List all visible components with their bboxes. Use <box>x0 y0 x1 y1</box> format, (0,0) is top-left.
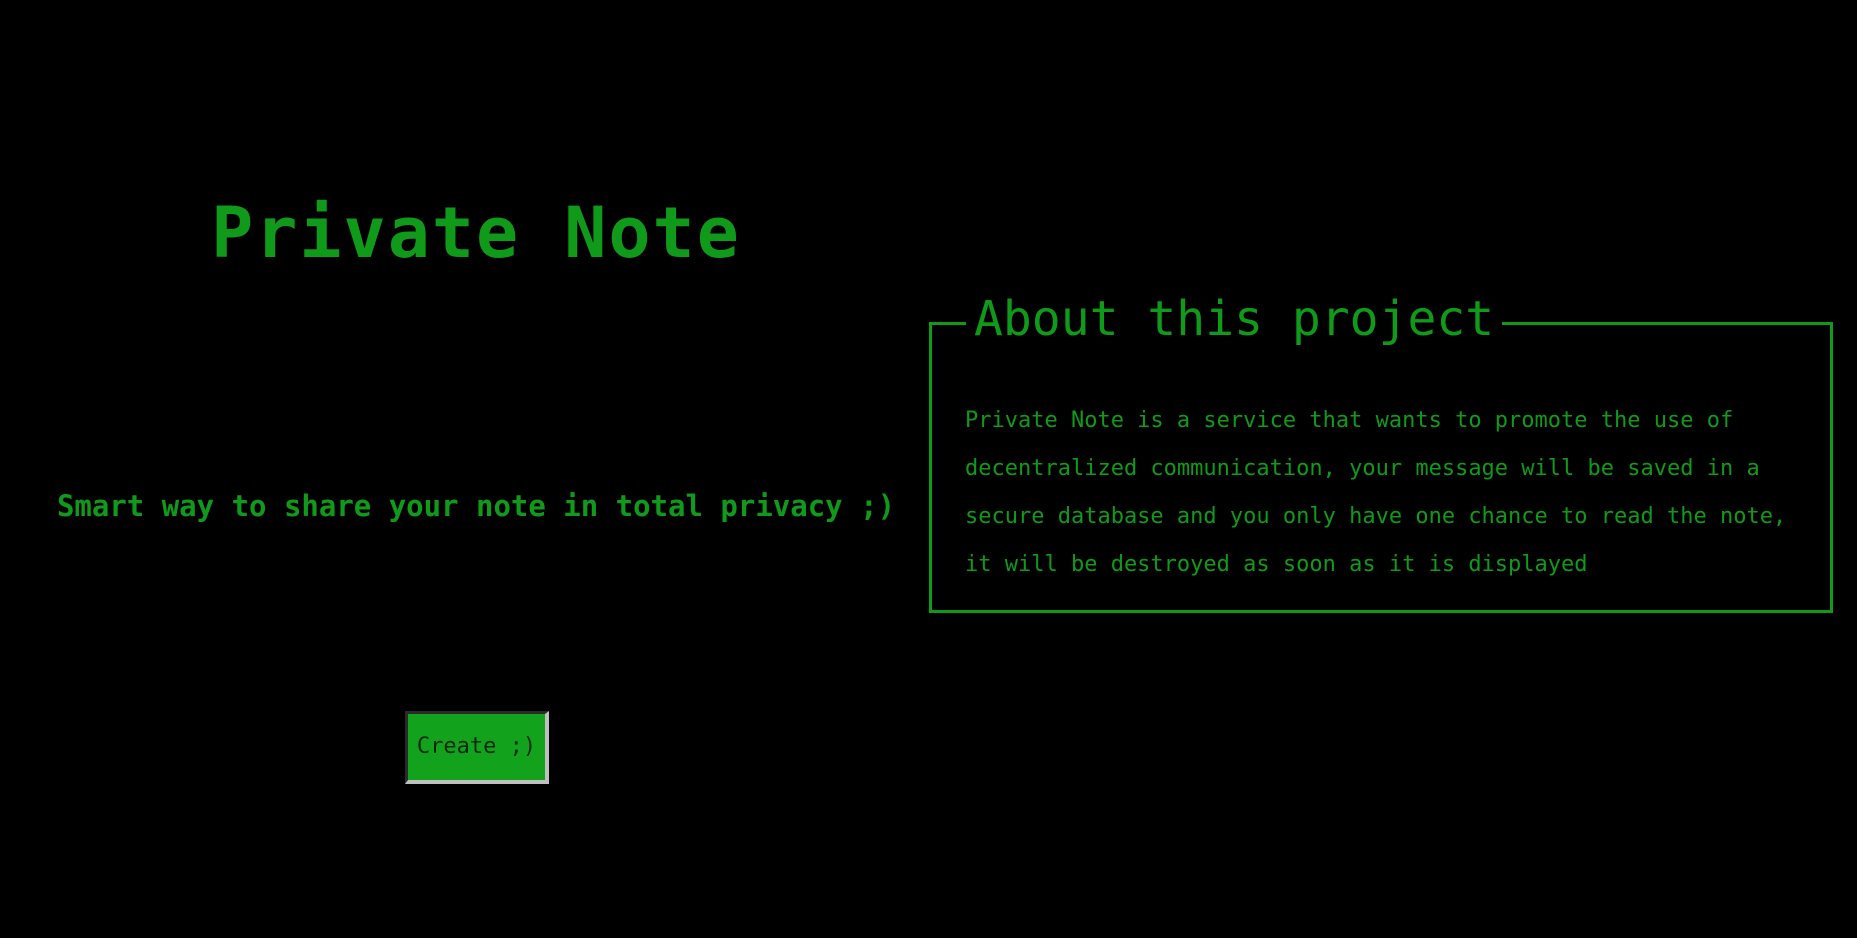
about-project-box: About this project Private Note is a ser… <box>929 291 1833 613</box>
tagline: Smart way to share your note in total pr… <box>56 489 896 523</box>
create-note-button[interactable]: Create ;) <box>405 711 549 784</box>
about-project-description: Private Note is a service that wants to … <box>965 408 1787 577</box>
page-title: Private Note <box>211 192 741 274</box>
about-project-heading: About this project <box>966 291 1503 347</box>
